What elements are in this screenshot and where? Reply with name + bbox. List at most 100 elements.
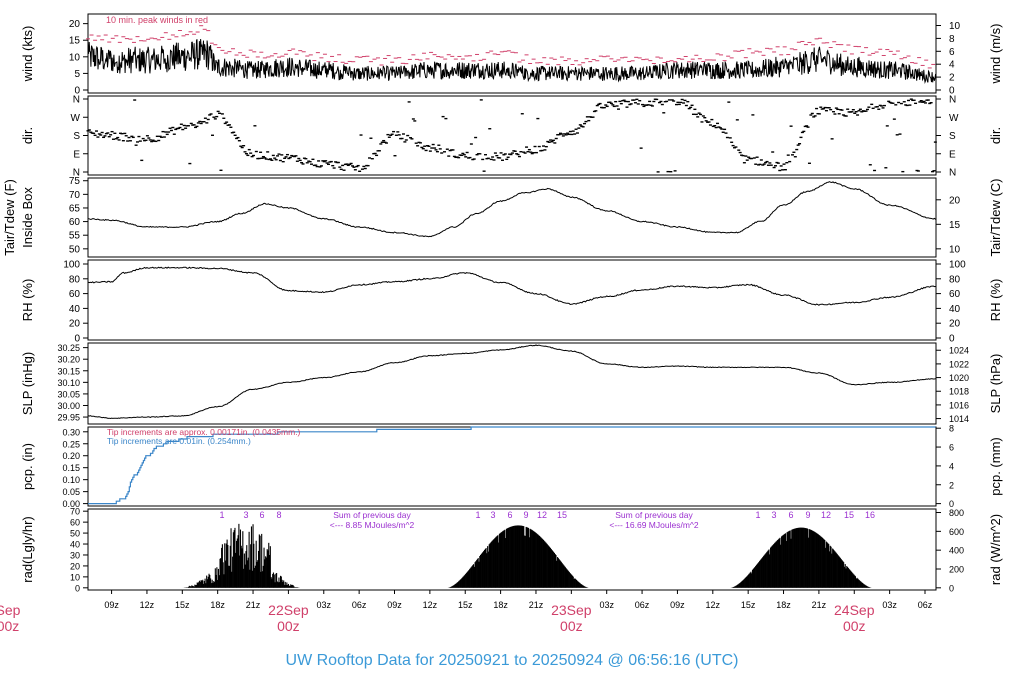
x-tick-label: 09z: [670, 600, 685, 610]
dir-marks: [86, 98, 937, 173]
rad-left-tick-label: 10: [70, 572, 80, 582]
rad-left-tick-label: 0: [75, 583, 80, 593]
rh-frame: [87, 259, 937, 341]
rh-left-axis-label: RH (%): [20, 279, 35, 322]
rad-hour-mark: 6: [507, 510, 512, 520]
x-tick-label: 06z: [918, 600, 933, 610]
rad-hour-mark: 1: [755, 510, 760, 520]
temp-right-tick-label: 15: [949, 220, 961, 231]
x-tick-label: 21z: [529, 600, 544, 610]
rad-hour-mark: 3: [771, 510, 776, 520]
x-tick-label: 06z: [635, 600, 650, 610]
date-label-hour: 00z: [843, 618, 866, 634]
x-tick-label: 03z: [882, 600, 897, 610]
rad-left-tick-label: 20: [70, 561, 80, 571]
wind-right-tick-label: 10: [949, 21, 961, 32]
x-tick-label: 18z: [210, 600, 225, 610]
dir-left-tick-label: N: [73, 95, 80, 106]
dir-right-tick-label: S: [949, 131, 956, 142]
temp-left-tick-label: 75: [69, 176, 81, 187]
slp-left-tick-label: 30.00: [57, 401, 80, 411]
wind-right-axis-label: wind (m/s): [988, 24, 1003, 85]
x-tick-label: 21z: [812, 600, 827, 610]
temp-left-tick-label: 60: [69, 217, 81, 228]
rh-right-tick-label: 0: [949, 334, 955, 345]
date-label-day: Sep: [0, 602, 21, 618]
rad-sum-value-2: <--- 16.69 MJoules/m^2: [609, 520, 699, 530]
wind-right-tick-label: 6: [949, 47, 955, 58]
temp-left-tick-label: 55: [69, 231, 81, 242]
rad-right-axis-label: rad (W/m^2): [988, 514, 1003, 585]
rad-hour-mark: 16: [865, 510, 875, 520]
plot-area: 051015200246810wind (kts) wind (m/s)10 mi…: [0, 13, 1003, 634]
slp-left-tick-label: 30.15: [57, 366, 80, 376]
rad-hour-mark: 6: [259, 510, 264, 520]
slp-line: [87, 344, 936, 420]
x-tick-label: 06z: [352, 600, 367, 610]
chart-title: UW Rooftop Data for 20250921 to 20250924…: [286, 652, 739, 669]
date-label-hour: 00z: [0, 618, 19, 634]
rad-hour-mark: 1: [219, 510, 224, 520]
rh-right-tick-label: 40: [949, 304, 961, 315]
pcp-right-tick-label: 6: [949, 443, 954, 453]
rad-hour-mark: 12: [821, 510, 831, 520]
temp-left-axis-label-2: Inside Box: [20, 187, 35, 248]
pcp-right-tick-label: 4: [949, 461, 954, 471]
pcp-right-tick-label: 2: [949, 480, 954, 490]
pcp-left-tick-label: 0.15: [62, 463, 80, 473]
rad-hour-mark: 1: [475, 510, 480, 520]
x-tick-label: 12z: [140, 600, 155, 610]
date-label-hour: 00z: [277, 618, 300, 634]
wind-right-tick-label: 4: [949, 60, 955, 71]
dir-left-axis-label: dir.: [20, 127, 35, 144]
dir-left-tick-label: S: [73, 131, 80, 142]
pcp-left-tick-label: 0.30: [62, 427, 80, 437]
slp-right-tick-label: 1020: [949, 373, 969, 383]
wind-left-axis-label: wind (kts): [20, 26, 35, 83]
x-tick-label: 03z: [599, 600, 614, 610]
x-tick-label: 09z: [104, 600, 119, 610]
wind-sustained-line: [87, 39, 937, 85]
rad-sum-label-2: Sum of previous day: [615, 510, 693, 520]
slp-right-tick-label: 1018: [949, 387, 969, 397]
x-tick-label: 09z: [387, 600, 402, 610]
slp-right-axis-label: SLP (hPa): [988, 354, 1003, 414]
temp-right-tick-label: 20: [949, 195, 961, 206]
temp-line: [87, 181, 936, 238]
pcp-note-exact: Tip increments are 0.01in. (0.254mm.): [107, 436, 251, 446]
dir-right-tick-label: E: [949, 149, 956, 160]
wind-frame: [87, 13, 937, 94]
pcp-left-tick-label: 0.10: [62, 475, 80, 485]
rad-sum-label-1: Sum of previous day: [333, 510, 411, 520]
rad-hour-mark: 9: [523, 510, 528, 520]
slp-frame: [87, 342, 937, 425]
pcp-right-axis-label: pcp. (mm): [988, 437, 1003, 496]
rh-right-tick-label: 80: [949, 274, 961, 285]
wind-left-tick-label: 20: [69, 19, 81, 30]
rad-right-tick-label: 0: [949, 583, 954, 593]
rad-hour-mark: 15: [844, 510, 854, 520]
rh-left-tick-label: 40: [69, 304, 81, 315]
date-label-hour: 00z: [560, 618, 583, 634]
date-label-day: 23Sep: [551, 602, 592, 618]
pcp-left-tick-label: 0.05: [62, 487, 80, 497]
meteogram: 051015200246810wind (kts) wind (m/s)10 mi…: [0, 13, 1003, 669]
x-tick-label: 15z: [175, 600, 190, 610]
rad-hour-mark: 15: [557, 510, 567, 520]
wind-left-tick-label: 15: [69, 36, 81, 47]
rad-right-tick-label: 600: [949, 527, 964, 537]
rh-left-tick-label: 60: [69, 289, 81, 300]
pcp-left-axis-label: pcp. (in): [20, 443, 35, 490]
dir-left-tick-label: E: [73, 149, 80, 160]
slp-right-tick-label: 1022: [949, 359, 969, 369]
slp-left-tick-label: 30.25: [57, 343, 80, 353]
slp-left-tick-label: 30.05: [57, 389, 80, 399]
rh-left-tick-label: 100: [63, 260, 80, 271]
rad-left-tick-label: 70: [70, 507, 80, 517]
rad-right-tick-label: 400: [949, 546, 964, 556]
x-tick-label: 03z: [317, 600, 332, 610]
slp-left-tick-label: 30.10: [57, 378, 80, 388]
rh-right-axis-label: RH (%): [988, 279, 1003, 322]
temp-left-tick-label: 50: [69, 244, 81, 255]
x-tick-label: 18z: [493, 600, 508, 610]
